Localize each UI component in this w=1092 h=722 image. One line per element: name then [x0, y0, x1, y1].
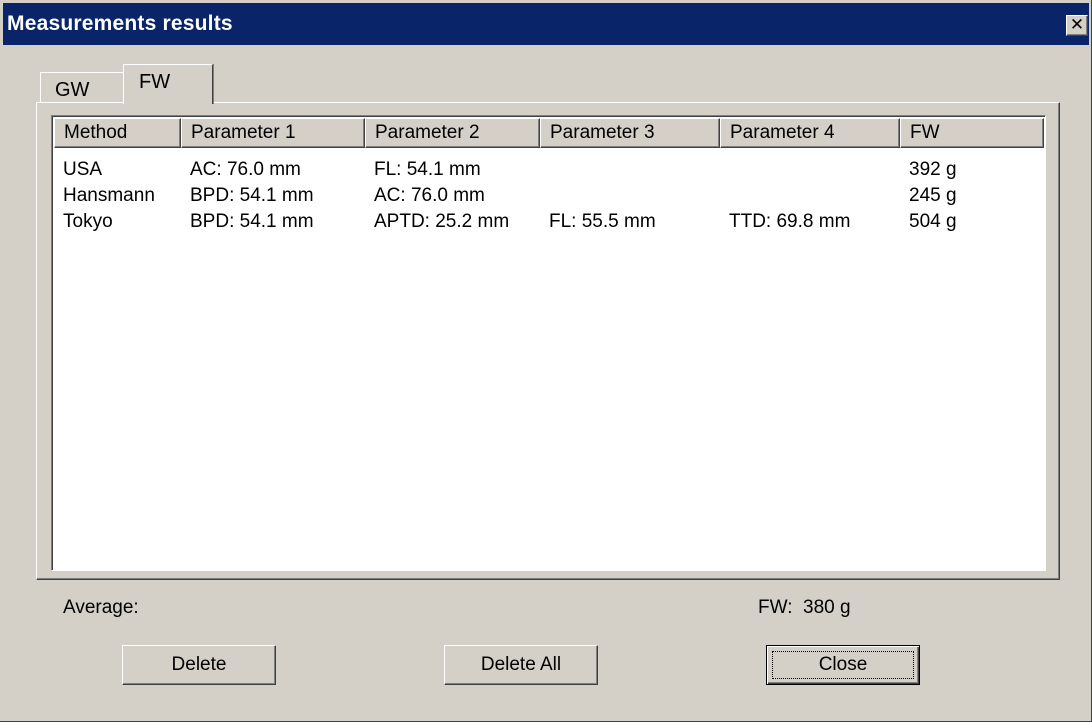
table-row[interactable]: USA AC: 76.0 mm FL: 54.1 mm 392 g — [54, 159, 1044, 183]
column-header-parameter-2[interactable]: Parameter 2 — [365, 118, 540, 148]
tab-gw[interactable]: GW — [40, 72, 126, 102]
column-header-fw[interactable]: FW — [900, 118, 1044, 148]
column-header-parameter-4[interactable]: Parameter 4 — [720, 118, 900, 148]
cell-parameter-1: BPD: 54.1 mm — [190, 211, 314, 232]
column-header-method[interactable]: Method — [54, 118, 181, 148]
results-list[interactable]: Method Parameter 1 Parameter 2 Parameter… — [51, 115, 1046, 571]
cell-parameter-2: AC: 76.0 mm — [374, 185, 485, 206]
window-title: Measurements results — [7, 12, 233, 35]
delete-button[interactable]: Delete — [122, 645, 276, 685]
cell-parameter-2: FL: 54.1 mm — [374, 159, 481, 180]
average-label: Average: — [63, 597, 139, 618]
cell-fw: 504 g — [909, 211, 957, 232]
cell-parameter-2: APTD: 25.2 mm — [374, 211, 510, 232]
cell-fw: 392 g — [909, 159, 957, 180]
close-icon[interactable]: ✕ — [1066, 15, 1088, 36]
list-header: Method Parameter 1 Parameter 2 Parameter… — [54, 118, 1044, 148]
column-header-parameter-1[interactable]: Parameter 1 — [181, 118, 365, 148]
cell-fw: 245 g — [909, 185, 957, 206]
cell-parameter-3: FL: 55.5 mm — [549, 211, 656, 232]
delete-all-button[interactable]: Delete All — [444, 645, 598, 685]
title-bar[interactable]: Measurements results ✕ — [3, 3, 1089, 45]
column-header-parameter-3[interactable]: Parameter 3 — [540, 118, 720, 148]
table-row[interactable]: Tokyo BPD: 54.1 mm APTD: 25.2 mm FL: 55.… — [54, 211, 1044, 235]
fw-average-value: 380 g — [803, 597, 851, 618]
close-button[interactable]: Close — [766, 645, 920, 685]
close-button-label: Close — [818, 654, 868, 675]
tab-fw[interactable]: FW — [123, 64, 213, 104]
cell-method: Hansmann — [63, 185, 155, 206]
measurements-results-dialog: Measurements results ✕ GW FW Method Para… — [0, 0, 1092, 722]
cell-method: Tokyo — [63, 211, 113, 232]
cell-parameter-4: TTD: 69.8 mm — [729, 211, 851, 232]
cell-method: USA — [63, 159, 103, 180]
cell-parameter-1: AC: 76.0 mm — [190, 159, 301, 180]
fw-average-label: FW: — [758, 597, 793, 618]
table-row[interactable]: Hansmann BPD: 54.1 mm AC: 76.0 mm 245 g — [54, 185, 1044, 209]
cell-parameter-1: BPD: 54.1 mm — [190, 185, 314, 206]
